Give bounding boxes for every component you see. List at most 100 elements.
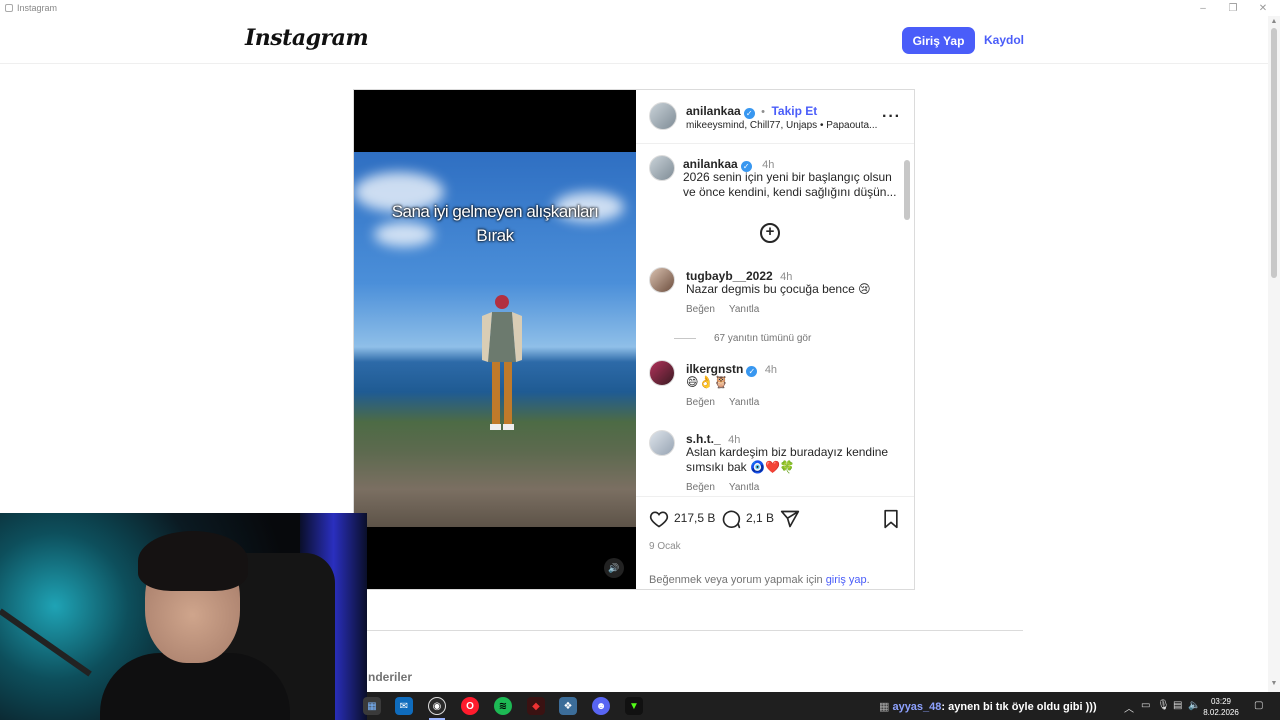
notification-icon[interactable]: ▢ bbox=[1254, 700, 1263, 711]
network-icon[interactable]: ▤ bbox=[1173, 700, 1182, 711]
comment-time: 4h bbox=[764, 364, 778, 376]
login-prompt: Beğenmek veya yorum yapmak için giriş ya… bbox=[649, 574, 870, 586]
obs-icon[interactable]: ◉ bbox=[428, 697, 446, 715]
capcut-icon[interactable]: ◆ bbox=[527, 697, 545, 715]
login-prompt-suffix: . bbox=[866, 574, 870, 586]
comments-count[interactable]: 2,1 B bbox=[746, 511, 774, 525]
dev-icon[interactable]: ❖ bbox=[559, 697, 577, 715]
post-header: anilankaa ✓ • Takip Et mikeeysmind, Chill… bbox=[636, 90, 914, 144]
video-caption-line-2: Bırak bbox=[476, 226, 514, 245]
caption-line-2: ve önce kendini, kendi sağlığını düşün..… bbox=[683, 185, 897, 199]
view-replies-label: 67 yanıtın tümünü gör bbox=[714, 333, 812, 344]
section-divider bbox=[353, 630, 1023, 631]
likes-count[interactable]: 217,5 B bbox=[674, 511, 715, 525]
app-icon bbox=[5, 4, 13, 12]
like-comment-button[interactable]: Beğen bbox=[686, 482, 715, 493]
screen: Instagram – ❐ ✕ Instagram Giriş Yap Kayd… bbox=[0, 0, 1280, 720]
comment-text: Nazar degmis bu çocuğa bence 😢 bbox=[686, 282, 871, 296]
instagram-logo[interactable]: Instagram bbox=[245, 25, 369, 51]
view-replies-button[interactable]: 67 yanıtın tümünü gör bbox=[674, 333, 811, 344]
comment-username[interactable]: tugbayb__2022 bbox=[686, 269, 773, 283]
reply-button[interactable]: Yanıtla bbox=[729, 397, 759, 408]
window-titlebar: Instagram bbox=[0, 0, 1280, 16]
login-prompt-link[interactable]: giriş yap bbox=[826, 574, 867, 586]
scroll-down-icon[interactable]: ▼ bbox=[1268, 680, 1280, 687]
comment-avatar[interactable] bbox=[649, 360, 675, 386]
bookmark-icon[interactable] bbox=[881, 509, 901, 529]
caption-username[interactable]: anilankaa bbox=[683, 157, 738, 171]
more-options-icon[interactable]: ··· bbox=[882, 108, 901, 126]
caption-line-1: 2026 senin için yeni bir başlangıç olsun bbox=[683, 170, 892, 184]
chat-text: : aynen bi tık öyle oldu gibi ))) bbox=[941, 701, 1097, 713]
minimize-button[interactable]: – bbox=[1188, 0, 1218, 16]
caption-avatar[interactable] bbox=[649, 155, 675, 181]
author-avatar[interactable] bbox=[649, 102, 677, 130]
opera-icon[interactable]: O bbox=[461, 697, 479, 715]
speaker-icon[interactable]: 🔈 bbox=[1188, 700, 1200, 711]
comment-text: 😄👌🦉 bbox=[686, 375, 729, 389]
post-card: Sana iyi gelmeyen alışkanları Bırak 🔊 an… bbox=[353, 89, 915, 590]
share-icon[interactable] bbox=[780, 509, 800, 529]
comment-username[interactable]: s.h.t._ bbox=[686, 432, 721, 446]
comments-scrollbar-thumb[interactable] bbox=[904, 160, 910, 220]
video-frame: Sana iyi gelmeyen alışkanları Bırak bbox=[354, 152, 636, 527]
caption-text: 2026 senin için yeni bir başlangıç olsun… bbox=[683, 170, 896, 200]
mic-icon[interactable]: 🎙 bbox=[1157, 700, 1170, 711]
windows-icon[interactable]: ▦ bbox=[363, 697, 381, 715]
follow-button[interactable]: Takip Et bbox=[771, 104, 817, 118]
reply-button[interactable]: Yanıtla bbox=[729, 304, 759, 315]
post-actions: 217,5 B 2,1 B 9 Ocak Beğenmek veya yorum… bbox=[636, 496, 914, 589]
verified-icon: ✓ bbox=[746, 366, 758, 377]
scrollbar-thumb[interactable] bbox=[1271, 28, 1277, 278]
like-comment-button[interactable]: Beğen bbox=[686, 304, 715, 315]
comment-avatar[interactable] bbox=[649, 267, 675, 293]
comments-list: anilankaa ✓ 4h 2026 senin için yeni bir b… bbox=[636, 145, 914, 495]
scroll-up-icon[interactable]: ▲ bbox=[1268, 18, 1280, 25]
separator-dot: • bbox=[761, 106, 766, 118]
clock-date: 8.02.2026 bbox=[1203, 708, 1239, 717]
discord-icon[interactable]: ☻ bbox=[592, 697, 610, 715]
taskbar-clock[interactable]: 03:29 8.02.2026 bbox=[1201, 696, 1241, 718]
verified-icon: ✓ bbox=[743, 108, 755, 119]
heart-icon[interactable] bbox=[649, 509, 669, 529]
audio-subtitle[interactable]: mikeeysmind, Chill77, Unjaps • Papaouta.… bbox=[686, 120, 877, 131]
chat-username: ayyas_48 bbox=[892, 701, 942, 713]
like-comment-button[interactable]: Beğen bbox=[686, 397, 715, 408]
comment-icon[interactable] bbox=[721, 509, 741, 529]
person-figure bbox=[482, 295, 522, 430]
tray-chevron-icon[interactable]: ︿ bbox=[1124, 700, 1134, 715]
login-button[interactable]: Giriş Yap bbox=[902, 27, 975, 54]
spotify-icon[interactable]: ≋ bbox=[494, 697, 512, 715]
post-date[interactable]: 9 Ocak bbox=[649, 541, 681, 552]
volume-icon[interactable]: 🔊 bbox=[604, 558, 624, 578]
comment-username[interactable]: ilkergnstn bbox=[686, 362, 743, 376]
webcam-overlay bbox=[0, 513, 367, 720]
battery-icon[interactable]: ▭ bbox=[1141, 700, 1150, 711]
taskbar: ▦ ✉ ◉ O ≋ ◆ ❖ ☻ ▼ ▦ ayyas_48: aynen bi t… bbox=[363, 692, 1280, 720]
close-button[interactable]: ✕ bbox=[1248, 0, 1278, 16]
kick-icon[interactable]: ▼ bbox=[625, 697, 643, 715]
reply-button[interactable]: Yanıtla bbox=[729, 482, 759, 493]
comments-scrollbar[interactable] bbox=[902, 146, 912, 496]
chat-icon: ▦ bbox=[879, 701, 893, 713]
window-title: Instagram bbox=[17, 3, 58, 13]
site-header: Instagram Giriş Yap Kaydol bbox=[0, 16, 1268, 64]
video-caption-line-1: Sana iyi gelmeyen alışkanları bbox=[391, 202, 599, 221]
post-video[interactable]: Sana iyi gelmeyen alışkanları Bırak 🔊 bbox=[354, 90, 636, 589]
more-posts-heading: nderiler bbox=[368, 670, 413, 684]
mail-icon[interactable]: ✉ bbox=[395, 697, 413, 715]
video-caption: Sana iyi gelmeyen alışkanları Bırak bbox=[354, 200, 636, 248]
stream-chat-message: ▦ ayyas_48: aynen bi tık öyle oldu gibi … bbox=[879, 700, 1097, 713]
comment-avatar[interactable] bbox=[649, 430, 675, 456]
login-prompt-text: Beğenmek veya yorum yapmak için bbox=[649, 574, 826, 586]
load-more-comments-icon[interactable]: + bbox=[760, 223, 780, 243]
comment-text: Aslan kardeşim biz buradayız kendine sım… bbox=[686, 445, 888, 475]
signup-link[interactable]: Kaydol bbox=[984, 33, 1024, 47]
restore-button[interactable]: ❐ bbox=[1218, 0, 1248, 16]
clock-time: 03:29 bbox=[1210, 697, 1232, 706]
comment-line-1: Aslan kardeşim biz buradayız kendine bbox=[686, 445, 889, 459]
post-sidebar: anilankaa ✓ • Takip Et mikeeysmind, Chill… bbox=[636, 90, 914, 589]
author-line: anilankaa ✓ • Takip Et bbox=[686, 102, 817, 120]
author-username[interactable]: anilankaa bbox=[686, 104, 741, 118]
page-scrollbar[interactable]: ▲ ▼ bbox=[1268, 16, 1280, 692]
